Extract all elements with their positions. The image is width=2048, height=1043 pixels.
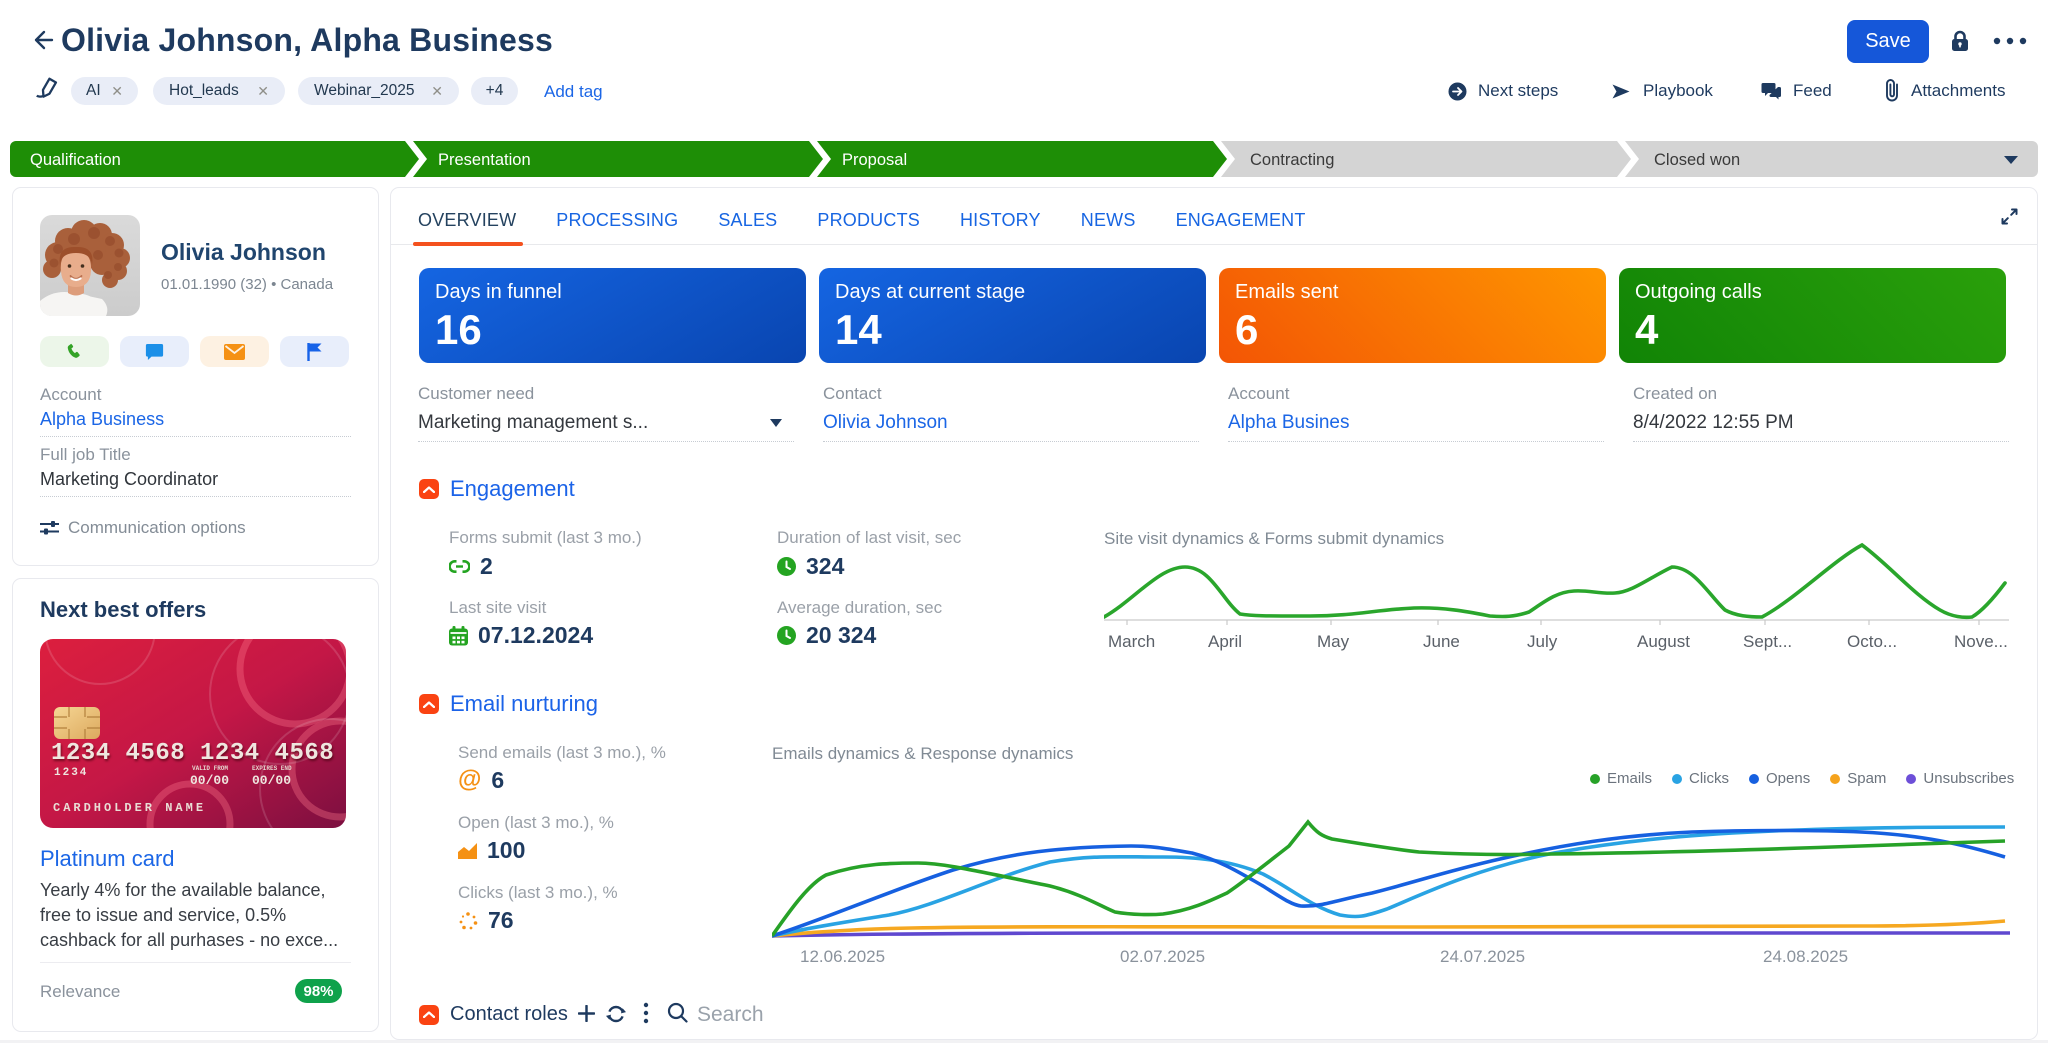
svg-text:00/00: 00/00 xyxy=(190,773,229,788)
svg-text:Closed won: Closed won xyxy=(1654,151,1740,169)
svg-text:Presentation: Presentation xyxy=(438,151,531,169)
svg-text:1234: 1234 xyxy=(54,767,88,779)
svg-text:1234 4568 1234 4568: 1234 4568 1234 4568 xyxy=(51,740,334,767)
svg-text:Proposal: Proposal xyxy=(842,151,907,169)
svg-text:00/00: 00/00 xyxy=(252,773,291,788)
svg-text:VALID FROM: VALID FROM xyxy=(192,765,228,772)
svg-text:EXPIRES END: EXPIRES END xyxy=(252,765,292,772)
svg-text:Contracting: Contracting xyxy=(1250,151,1334,169)
svg-text:CARDHOLDER NAME: CARDHOLDER NAME xyxy=(53,801,206,815)
svg-text:Qualification: Qualification xyxy=(30,151,121,169)
